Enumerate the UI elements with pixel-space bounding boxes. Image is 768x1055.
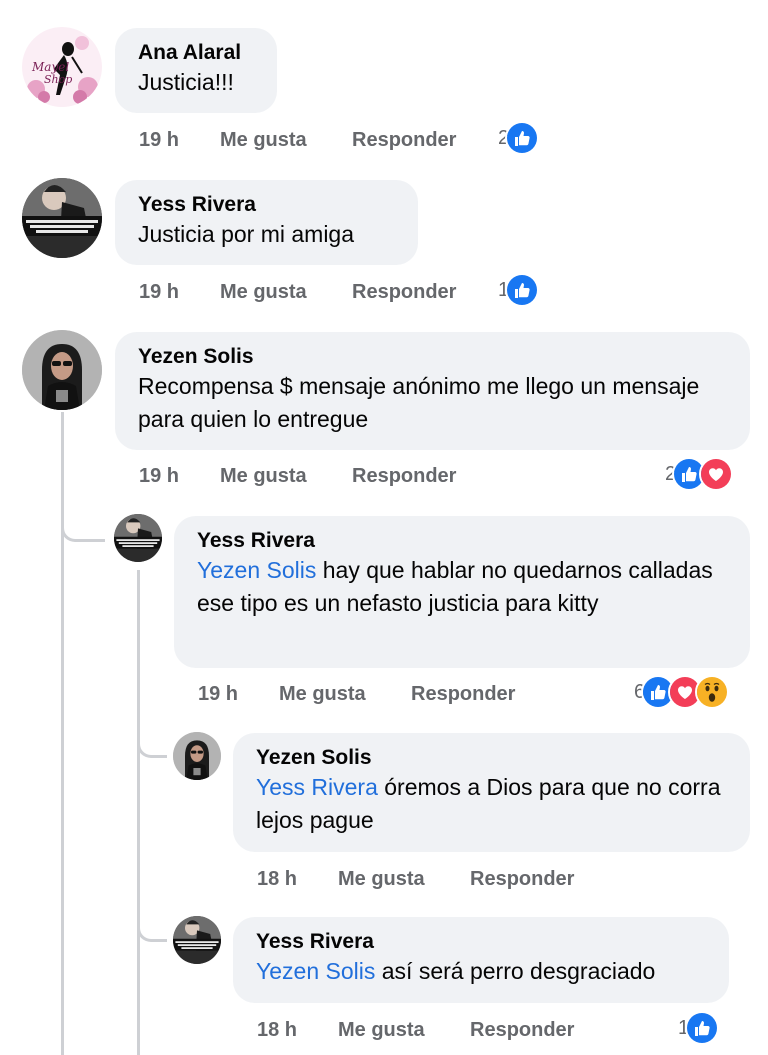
like-reaction-icon [505, 273, 540, 307]
comment-actions: 19 h Me gusta Responder [198, 681, 528, 707]
reaction-summary[interactable]: 2 [498, 121, 540, 155]
thread-line-nested [137, 570, 140, 1055]
comment-text: así será perro desgraciado [375, 958, 656, 984]
like-button[interactable]: Me gusta [220, 279, 307, 305]
comment-time[interactable]: 18 h [257, 866, 297, 892]
comment-author[interactable]: Yezen Solis [256, 745, 728, 771]
like-button[interactable]: Me gusta [220, 127, 307, 153]
comment-time[interactable]: 18 h [257, 1017, 297, 1043]
profile-photo-icon [173, 732, 221, 780]
svg-text:Mayel: Mayel [31, 60, 69, 74]
reaction-summary[interactable]: 2 [665, 457, 734, 491]
avatar[interactable] [173, 916, 221, 964]
reaction-summary[interactable]: 1 [678, 1011, 720, 1045]
mention-link[interactable]: Yezen Solis [197, 557, 316, 583]
comment-author[interactable]: Yess Rivera [197, 528, 728, 554]
wow-reaction-icon [695, 675, 730, 709]
comment-text-wrapper: Yess Rivera óremos a Dios para que no co… [256, 771, 728, 837]
svg-text:Shop: Shop [44, 73, 72, 86]
profile-photo-icon [114, 514, 162, 562]
comment-actions: 19 h Me gusta Responder [139, 127, 456, 153]
reply-button[interactable]: Responder [470, 1017, 574, 1043]
reply-bubble: Yezen Solis Yess Rivera óremos a Dios pa… [233, 733, 750, 852]
profile-photo-icon [22, 178, 102, 258]
comment-actions: 18 h Me gusta Responder [257, 866, 587, 892]
like-reaction-icon [685, 1011, 720, 1045]
comment-author[interactable]: Yess Rivera [138, 192, 396, 218]
profile-photo-icon [173, 916, 221, 964]
reply-button[interactable]: Responder [411, 681, 515, 707]
comment-author[interactable]: Yess Rivera [256, 929, 707, 955]
comment-time[interactable]: 19 h [198, 681, 238, 707]
comment-text: Justicia!!! [138, 69, 234, 95]
avatar[interactable] [173, 732, 221, 780]
like-button[interactable]: Me gusta [338, 866, 425, 892]
comment-actions: 18 h Me gusta Responder [257, 1017, 587, 1043]
thread-connector [137, 718, 167, 758]
comment-text: Recompensa $ mensaje anónimo me llego un… [138, 373, 700, 432]
comment-text-wrapper: Yezen Solis hay que hablar no quedarnos … [197, 554, 728, 620]
comment-text-wrapper: Yezen Solis así será perro desgraciado [256, 955, 707, 988]
reply-button[interactable]: Responder [352, 463, 456, 489]
thread-connector [137, 900, 167, 942]
reply-bubble: Yess Rivera Yezen Solis así será perro d… [233, 917, 729, 1003]
thread-connector [61, 500, 105, 542]
reply-button[interactable]: Responder [352, 127, 456, 153]
comment-bubble: Yess Rivera Justicia por mi amiga [115, 180, 418, 265]
comment-text: Justicia por mi amiga [138, 221, 355, 247]
comment-time[interactable]: 19 h [139, 463, 179, 489]
reply-button[interactable]: Responder [470, 866, 574, 892]
avatar[interactable]: Mayel Shop [22, 27, 102, 107]
comment-time[interactable]: 19 h [139, 279, 179, 305]
comment-author[interactable]: Yezen Solis [138, 344, 728, 370]
mayel-shop-logo-icon: Mayel Shop [22, 27, 102, 107]
like-button[interactable]: Me gusta [220, 463, 307, 489]
reply-button[interactable]: Responder [352, 279, 456, 305]
comment-time[interactable]: 19 h [139, 127, 179, 153]
love-reaction-icon [699, 457, 734, 491]
like-reaction-icon [505, 121, 540, 155]
reaction-summary[interactable]: 6 [634, 675, 730, 709]
comment-actions: 19 h Me gusta Responder [139, 279, 456, 305]
avatar[interactable] [22, 330, 102, 410]
comment-bubble: Yezen Solis Recompensa $ mensaje anónimo… [115, 332, 750, 450]
like-button[interactable]: Me gusta [279, 681, 366, 707]
avatar[interactable] [22, 178, 102, 258]
reply-bubble: Yess Rivera Yezen Solis hay que hablar n… [174, 516, 750, 668]
comment-bubble: Ana Alaral Justicia!!! [115, 28, 277, 113]
avatar[interactable] [114, 514, 162, 562]
reaction-summary[interactable]: 1 [498, 273, 540, 307]
comment-author[interactable]: Ana Alaral [138, 40, 255, 66]
comment-actions: 19 h Me gusta Responder [139, 463, 456, 489]
mention-link[interactable]: Yess Rivera [256, 774, 378, 800]
mention-link[interactable]: Yezen Solis [256, 958, 375, 984]
like-button[interactable]: Me gusta [338, 1017, 425, 1043]
profile-photo-icon [22, 330, 102, 410]
